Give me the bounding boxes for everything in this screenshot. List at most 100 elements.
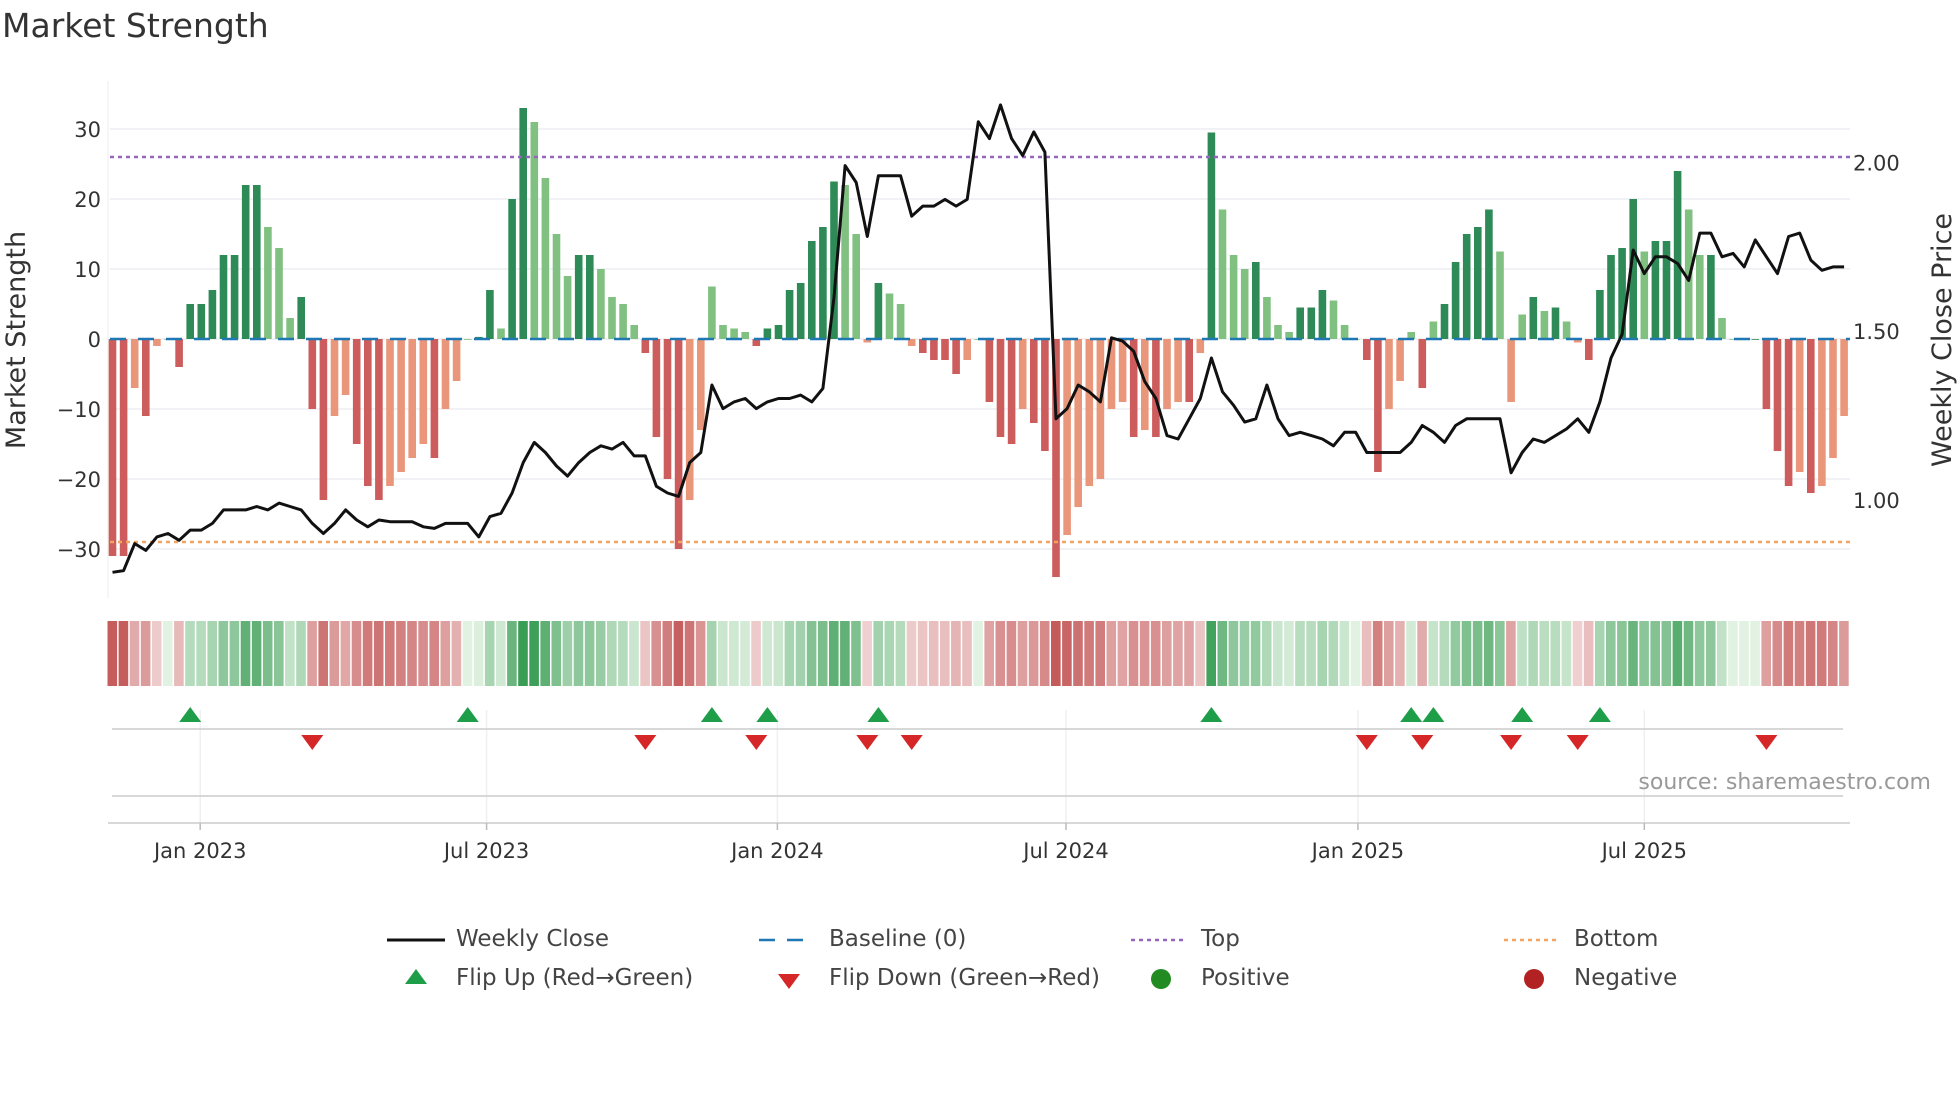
y-tick-label: 0 <box>88 328 101 352</box>
strength-strip-cell <box>1239 621 1250 686</box>
strength-strip-cell <box>340 621 351 686</box>
strength-bar <box>364 339 372 486</box>
strength-bar <box>419 339 428 444</box>
x-tick-label: Jan 2023 <box>152 839 247 863</box>
strength-strip-cell <box>1805 621 1816 686</box>
strength-bar <box>741 332 749 339</box>
flip-down-marker <box>1500 735 1523 750</box>
strength-strip-cell <box>1594 621 1605 686</box>
strength-bar <box>1252 262 1260 339</box>
flip-down-marker <box>1411 735 1434 750</box>
x-tick-label: Jul 2024 <box>1021 839 1108 863</box>
strength-bar <box>1751 339 1760 340</box>
strength-strip-cell <box>129 621 140 686</box>
strength-strip-cell <box>1062 621 1072 686</box>
strength-strip-cell <box>973 621 983 686</box>
strength-bar <box>1363 339 1371 360</box>
strength-strip-cell <box>496 621 506 686</box>
strength-strip-cell <box>1794 621 1805 686</box>
strength-bar <box>175 339 183 367</box>
strength-strip-cell <box>695 621 706 686</box>
strength-strip-cell <box>1073 621 1083 686</box>
strength-bar <box>119 339 128 556</box>
strength-bar <box>1718 318 1726 339</box>
strength-strip-cell <box>240 621 251 686</box>
strength-bar <box>1085 339 1094 486</box>
strength-strip-cell <box>829 621 839 686</box>
y-tick-label: −20 <box>57 468 101 492</box>
strength-bar <box>1207 132 1216 339</box>
strength-strip-cell <box>1761 621 1771 686</box>
strength-bar <box>1396 339 1404 381</box>
strength-strip-cell <box>1572 621 1583 686</box>
strength-strip-cell <box>1539 621 1549 686</box>
main-panel <box>108 103 1850 577</box>
strength-bar <box>1507 339 1515 402</box>
strength-bar <box>663 339 672 479</box>
strength-strip-cell <box>1606 621 1616 686</box>
strength-strip-cell <box>1639 621 1649 686</box>
strength-strip-cell <box>1672 621 1683 686</box>
strength-bar <box>1007 339 1016 444</box>
strength-bar <box>1429 321 1438 339</box>
strength-strip-cell <box>1184 621 1194 686</box>
strength-bar <box>1096 339 1105 479</box>
strength-bar <box>497 328 505 339</box>
strength-strip-cell <box>440 621 451 686</box>
strength-strip-cell <box>1150 621 1161 686</box>
strength-strip-cell <box>373 621 384 686</box>
y2-tick-label: 2.00 <box>1853 151 1900 175</box>
strength-strip-cell <box>1783 621 1794 686</box>
strength-bar <box>996 339 1005 437</box>
strength-strip-cell <box>318 621 328 686</box>
flip-up-marker <box>1400 707 1423 722</box>
strength-strip-cell <box>773 621 784 686</box>
strength-strip-cell <box>1694 621 1705 686</box>
strength-bar <box>253 185 261 339</box>
strength-strip-cell <box>1395 621 1405 686</box>
flip-up-marker <box>756 707 779 722</box>
strength-strip-cell <box>1162 621 1172 686</box>
strength-strip-cell <box>995 621 1006 686</box>
strength-strip-cell <box>740 621 750 686</box>
strength-bar <box>386 339 394 486</box>
strength-bar <box>1218 209 1227 339</box>
strength-strip-cell <box>407 621 417 686</box>
strength-bar <box>308 339 317 409</box>
strength-strip-cell <box>917 621 928 686</box>
strength-strip-cell <box>1828 621 1838 686</box>
y-tick-label: 10 <box>74 258 101 282</box>
strength-bar <box>330 339 339 416</box>
strength-bar <box>1596 290 1604 339</box>
strength-strip-cell <box>895 621 906 686</box>
strength-strip-cell <box>1461 621 1472 686</box>
flip-up-marker <box>456 707 479 722</box>
strength-strip-cell <box>906 621 917 686</box>
strength-strip-cell <box>1772 621 1783 686</box>
strength-strip-cell <box>1650 621 1660 686</box>
strength-strip-cell <box>1361 621 1372 686</box>
strength-strip-cell <box>1295 621 1305 686</box>
strength-bar <box>1485 209 1493 339</box>
strength-bar <box>1562 321 1571 339</box>
strength-bar <box>1707 255 1715 339</box>
strength-bar <box>1474 227 1482 339</box>
strength-strip-cell <box>1028 621 1039 686</box>
strength-strip-cell <box>928 621 939 686</box>
strength-bar <box>1795 339 1804 472</box>
flip-up-marker <box>1422 707 1445 722</box>
strength-bar <box>297 297 305 339</box>
strength-strip-cell <box>1006 621 1017 686</box>
strength-bar <box>319 339 328 500</box>
strength-strip-cell <box>140 621 151 686</box>
strength-bar <box>1462 234 1471 339</box>
strength-bar <box>352 339 361 444</box>
strength-bar <box>1673 171 1682 339</box>
strength-bar <box>885 293 894 339</box>
strength-strip-cell <box>1583 621 1594 686</box>
source-label: source: sharemaestro.com <box>1638 770 1931 795</box>
strength-bar <box>1840 339 1848 416</box>
strength-bar <box>1451 262 1460 339</box>
strength-bar <box>408 339 416 458</box>
strength-strip-cell <box>285 621 295 686</box>
